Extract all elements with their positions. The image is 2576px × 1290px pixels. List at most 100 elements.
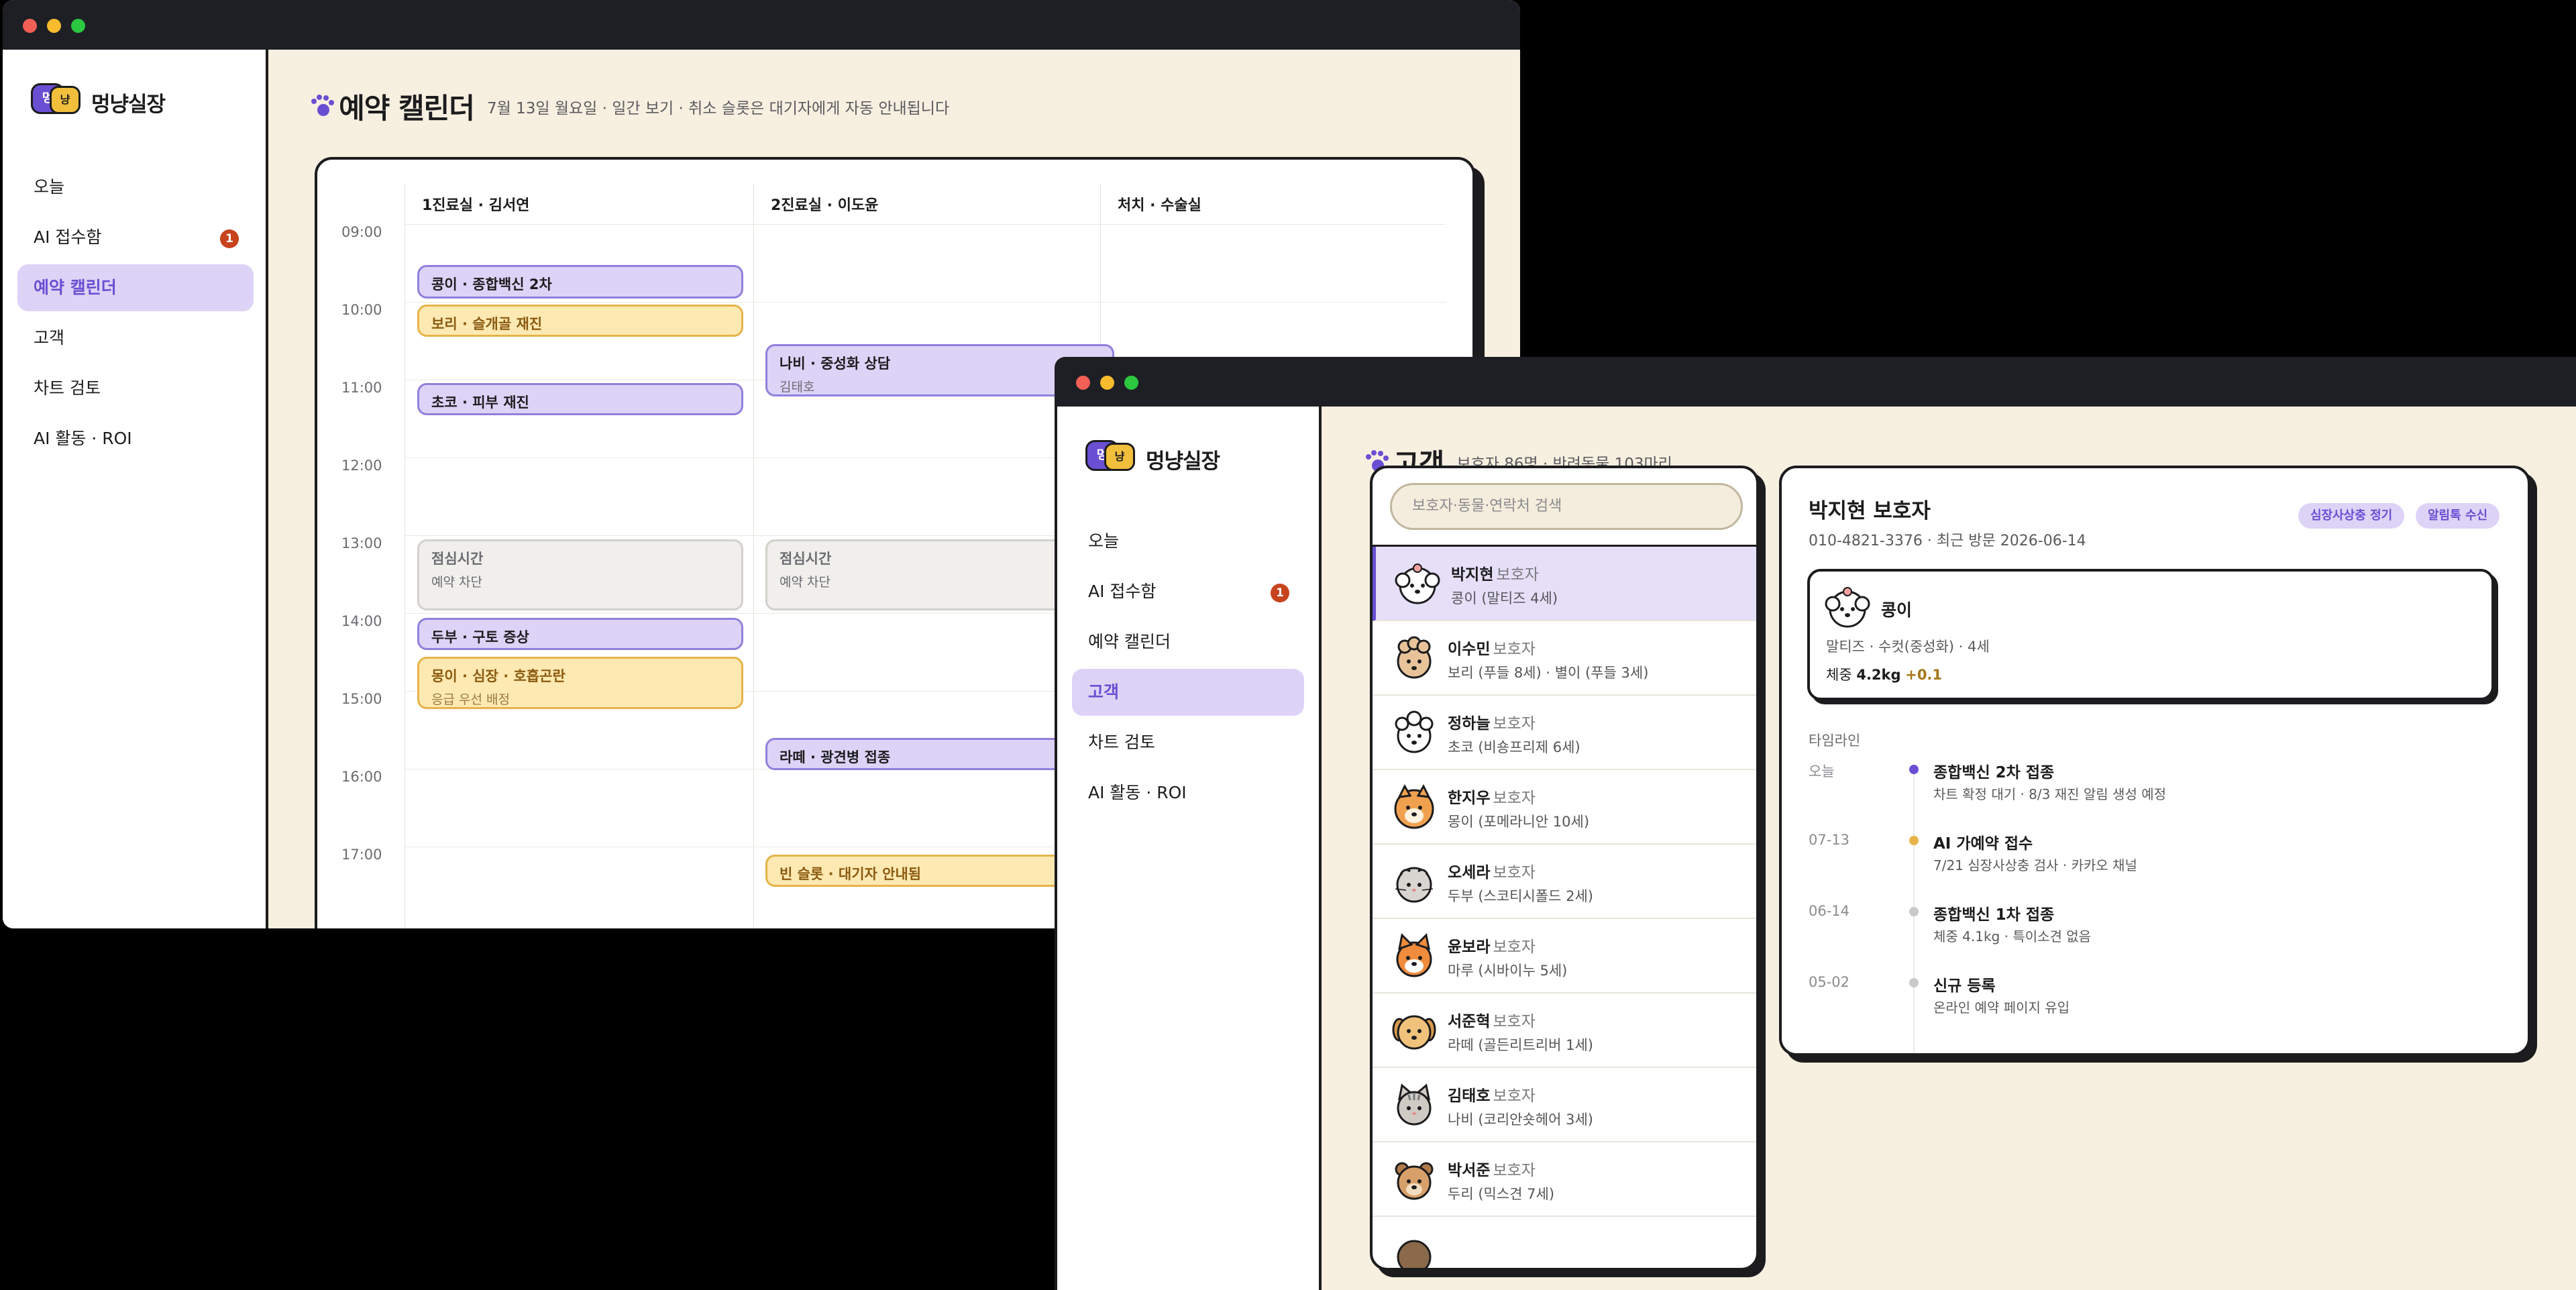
event-subtitle: 응급 우선 배정 <box>431 692 510 707</box>
sidebar-item-ai-roi[interactable]: AI 활동 · ROI <box>17 415 254 462</box>
notification-badge: 1 <box>1271 584 1289 602</box>
timeline-title: 종합백신 2차 접종 <box>1933 764 2055 782</box>
sidebar-item-customers[interactable]: 고객 <box>1072 669 1304 716</box>
appointment-event[interactable]: 초코 · 피부 재진 <box>417 383 743 415</box>
page-subtitle: 7월 13일 월요일 · 일간 보기 · 취소 슬롯은 대기자에게 자동 안내됩… <box>487 99 950 117</box>
notification-badge: 1 <box>220 229 239 248</box>
sidebar-item-label: AI 접수함 <box>1088 582 1157 601</box>
pomeranian-avatar-icon <box>1394 784 1434 829</box>
event-subtitle: 김태호 <box>780 380 815 394</box>
timeline-dot <box>1909 836 1919 845</box>
sidebar-item-label: 예약 캘린더 <box>1088 632 1171 651</box>
customer-pets: 보리 (푸들 8세) · 별이 (푸들 3세) <box>1448 665 1649 681</box>
customer-name: 한지우 보호자 <box>1448 790 1536 807</box>
customer-row[interactable]: 김태호 보호자 나비 (코리안숏헤어 3세) <box>1373 1068 1756 1142</box>
customer-name: 서준혁 보호자 <box>1448 1013 1536 1030</box>
sidebar-item-label: AI 접수함 <box>34 227 102 247</box>
sidebar-item-calendar[interactable]: 예약 캘린더 <box>1072 619 1304 665</box>
poodle-avatar-icon <box>1397 636 1432 679</box>
lunch-block[interactable]: 점심시간 예약 차단 <box>417 539 743 610</box>
minimize-window-button[interactable] <box>1100 376 1114 390</box>
scottish-fold-avatar-icon <box>1395 867 1434 903</box>
close-window-button[interactable] <box>1076 376 1090 390</box>
pet-card[interactable]: 콩이 말티즈 · 수컷(중성화) · 4세 체중 4.2kg +0.1 <box>1807 569 2494 700</box>
hour-line <box>405 224 1446 225</box>
sidebar-item-ai-inbox[interactable]: AI 접수함 1 <box>17 214 254 261</box>
timeline-dot <box>1909 978 1919 987</box>
pet-info: 말티즈 · 수컷(중성화) · 4세 <box>1826 639 1990 655</box>
customer-detail-name: 박지현 보호자 <box>1809 499 1931 523</box>
pet-name: 콩이 <box>1881 600 1913 620</box>
customer-list: 보호자·동물·연락처 검색 박지현 보호자 콩이 (말티즈 4세) 이수민 보호자 … <box>1370 466 1759 1271</box>
minimize-window-button[interactable] <box>47 19 61 33</box>
sidebar-item-today[interactable]: 오늘 <box>1072 518 1304 565</box>
sidebar-item-ai-roi[interactable]: AI 활동 · ROI <box>1072 769 1304 816</box>
time-label: 13:00 <box>341 535 382 551</box>
timeline-dot <box>1909 765 1919 774</box>
customer-name: 윤보라 보호자 <box>1448 938 1536 956</box>
customer-name: 오세라 보호자 <box>1448 864 1536 881</box>
close-window-button[interactable] <box>23 19 37 33</box>
time-label: 17:00 <box>341 847 382 863</box>
timeline-date: 06-14 <box>1809 903 1850 919</box>
customer-row[interactable]: 이수민 보호자 보리 (푸들 8세) · 별이 (푸들 3세) <box>1373 621 1756 696</box>
paw-icon <box>309 93 335 120</box>
time-label: 14:00 <box>341 613 382 629</box>
maximize-window-button[interactable] <box>71 19 85 33</box>
event-subtitle: 예약 차단 <box>780 575 830 590</box>
timeline-heading: 타임라인 <box>1809 733 1861 749</box>
timeline-title: AI 가예약 접수 <box>1933 835 2033 853</box>
customer-row[interactable]: 한지우 보호자 몽이 (포메라니안 10세) <box>1373 770 1756 845</box>
column-divider <box>753 184 754 928</box>
sidebar: 멍 냥 멍냥실장 오늘 AI 접수함 1 예약 캘린더 고객 차트 검토 AI 활… <box>1055 407 1322 1290</box>
sidebar-item-today[interactable]: 오늘 <box>17 164 254 211</box>
brand-name: 멍냥실장 <box>91 93 166 117</box>
customer-row-partial[interactable] <box>1373 1217 1756 1268</box>
window-titlebar[interactable] <box>3 0 1520 50</box>
customer-row[interactable]: 박서준 보호자 두리 (믹스견 7세) <box>1373 1142 1756 1217</box>
sidebar-item-calendar[interactable]: 예약 캘린더 <box>17 264 254 311</box>
shiba-avatar-icon <box>1396 932 1432 977</box>
event-title: 점심시간 <box>431 551 484 567</box>
customer-row[interactable]: 서준혁 보호자 라떼 (골든리트리버 1세) <box>1373 993 1756 1068</box>
sidebar-item-label: 고객 <box>34 328 65 347</box>
sidebar-item-ai-inbox[interactable]: AI 접수함 1 <box>1072 568 1304 615</box>
customer-pets: 두리 (믹스견 7세) <box>1448 1186 1555 1202</box>
appointment-event[interactable]: 두부 · 구토 증상 <box>417 618 743 650</box>
event-title: 보리 · 슬개골 재진 <box>431 316 543 332</box>
emergency-event[interactable]: 몽이 · 심장 · 호흡곤란 응급 우선 배정 <box>417 657 743 709</box>
tag-heartworm[interactable]: 심장사상충 정기 <box>2298 503 2405 529</box>
customer-pets: 초코 (비숑프리제 6세) <box>1448 739 1580 755</box>
sidebar: 멍 냥 멍냥실장 오늘 AI 접수함 1 예약 캘린더 고객 차트 검토 AI 활… <box>3 50 268 928</box>
customer-pets: 몽이 (포메라니안 10세) <box>1448 814 1590 830</box>
customer-row[interactable]: 정하늘 보호자 초코 (비숑프리제 6세) <box>1373 696 1756 770</box>
dog-avatar-icon <box>1397 1240 1432 1268</box>
customer-name: 박지현 보호자 <box>1451 566 1539 584</box>
bichon-avatar-icon <box>1395 710 1434 753</box>
time-label: 10:00 <box>341 302 382 318</box>
customer-name: 이수민 보호자 <box>1448 641 1536 658</box>
customer-row[interactable]: 오세라 보호자 두부 (스코티시폴드 2세) <box>1373 845 1756 919</box>
event-title: 콩이 · 종합백신 2차 <box>431 276 552 292</box>
sidebar-item-chart-review[interactable]: 차트 검토 <box>1072 719 1304 766</box>
customer-name: 김태호 보호자 <box>1448 1087 1536 1105</box>
appointment-event[interactable]: 보리 · 슬개골 재진 <box>417 305 743 337</box>
sidebar-item-label: 오늘 <box>1088 531 1120 551</box>
maximize-window-button[interactable] <box>1124 376 1138 390</box>
window-titlebar[interactable] <box>1055 357 2576 407</box>
customer-row[interactable]: 윤보라 보호자 마루 (시바이누 5세) <box>1373 919 1756 993</box>
search-input[interactable]: 보호자·동물·연락처 검색 <box>1390 483 1743 530</box>
timeline-date: 05-02 <box>1809 974 1850 990</box>
tag-notification[interactable]: 알림톡 수신 <box>2416 503 2500 529</box>
event-title: 나비 · 중성화 상담 <box>780 356 891 372</box>
customer-pets: 두부 (스코티시폴드 2세) <box>1448 888 1593 904</box>
sidebar-item-chart-review[interactable]: 차트 검토 <box>17 365 254 412</box>
sidebar-item-customers[interactable]: 고객 <box>17 315 254 362</box>
time-label: 12:00 <box>341 458 382 474</box>
weight-delta: +0.1 <box>1905 667 1943 683</box>
customer-detail-meta: 010-4821-3376 · 최근 방문 2026-06-14 <box>1809 533 2086 549</box>
appointment-event[interactable]: 콩이 · 종합백신 2차 <box>417 265 743 299</box>
event-title: 점심시간 <box>780 551 832 567</box>
hour-line <box>405 302 1446 303</box>
customer-row[interactable]: 박지현 보호자 콩이 (말티즈 4세) <box>1373 547 1756 621</box>
